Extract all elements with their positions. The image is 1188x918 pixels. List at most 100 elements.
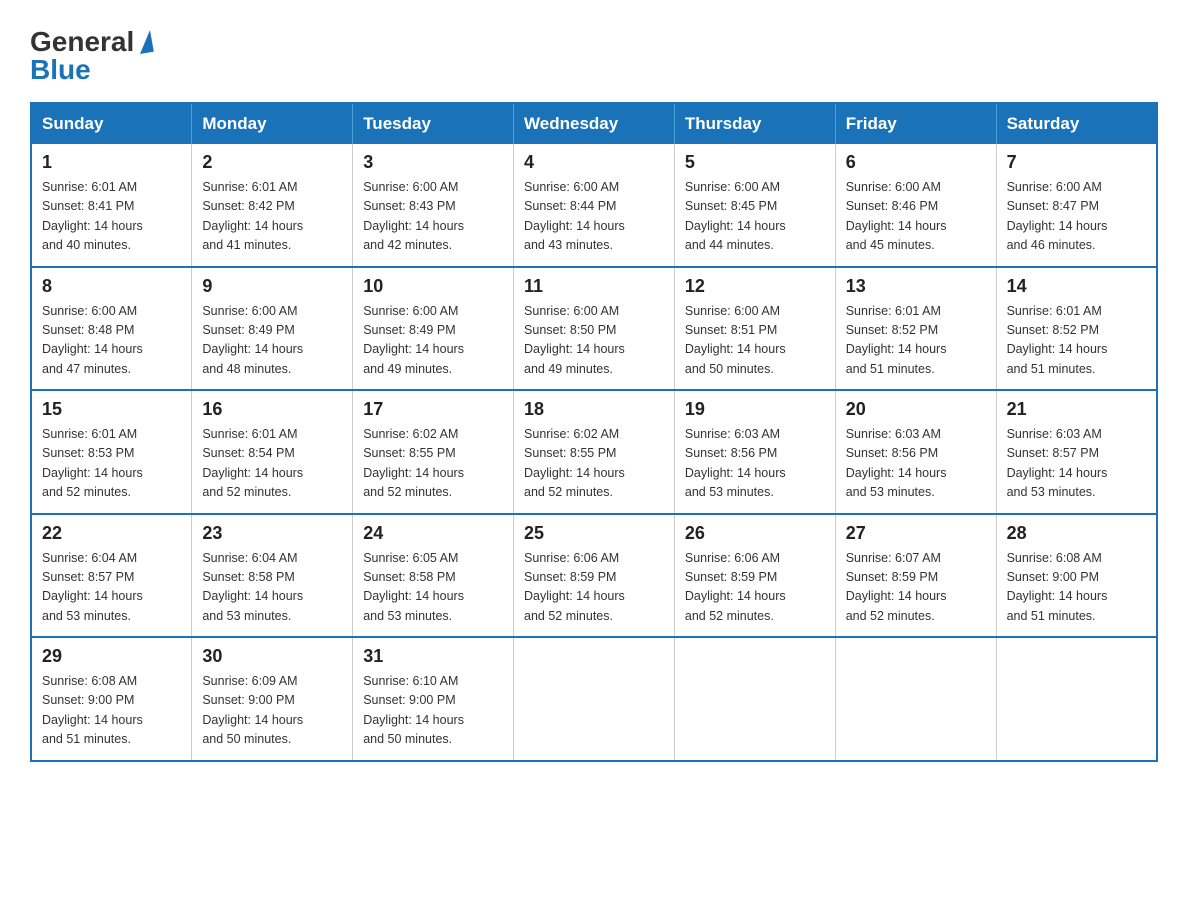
day-cell: 7 Sunrise: 6:00 AMSunset: 8:47 PMDayligh… (996, 144, 1157, 267)
day-number: 13 (846, 276, 986, 297)
header-saturday: Saturday (996, 103, 1157, 144)
day-number: 4 (524, 152, 664, 173)
day-number: 22 (42, 523, 181, 544)
day-cell: 1 Sunrise: 6:01 AMSunset: 8:41 PMDayligh… (31, 144, 192, 267)
day-cell: 3 Sunrise: 6:00 AMSunset: 8:43 PMDayligh… (353, 144, 514, 267)
day-number: 26 (685, 523, 825, 544)
day-cell: 10 Sunrise: 6:00 AMSunset: 8:49 PMDaylig… (353, 267, 514, 391)
header-monday: Monday (192, 103, 353, 144)
week-row-2: 15 Sunrise: 6:01 AMSunset: 8:53 PMDaylig… (31, 390, 1157, 514)
day-number: 28 (1007, 523, 1146, 544)
day-number: 3 (363, 152, 503, 173)
day-cell: 25 Sunrise: 6:06 AMSunset: 8:59 PMDaylig… (514, 514, 675, 638)
day-info: Sunrise: 6:01 AMSunset: 8:42 PMDaylight:… (202, 178, 342, 256)
day-info: Sunrise: 6:01 AMSunset: 8:52 PMDaylight:… (846, 302, 986, 380)
day-cell: 31 Sunrise: 6:10 AMSunset: 9:00 PMDaylig… (353, 637, 514, 761)
day-number: 17 (363, 399, 503, 420)
day-cell: 6 Sunrise: 6:00 AMSunset: 8:46 PMDayligh… (835, 144, 996, 267)
day-info: Sunrise: 6:08 AMSunset: 9:00 PMDaylight:… (42, 672, 181, 750)
day-info: Sunrise: 6:10 AMSunset: 9:00 PMDaylight:… (363, 672, 503, 750)
day-cell: 26 Sunrise: 6:06 AMSunset: 8:59 PMDaylig… (674, 514, 835, 638)
day-number: 23 (202, 523, 342, 544)
day-number: 6 (846, 152, 986, 173)
day-cell: 12 Sunrise: 6:00 AMSunset: 8:51 PMDaylig… (674, 267, 835, 391)
day-info: Sunrise: 6:04 AMSunset: 8:57 PMDaylight:… (42, 549, 181, 627)
day-info: Sunrise: 6:01 AMSunset: 8:53 PMDaylight:… (42, 425, 181, 503)
day-info: Sunrise: 6:00 AMSunset: 8:47 PMDaylight:… (1007, 178, 1146, 256)
day-number: 21 (1007, 399, 1146, 420)
day-cell: 18 Sunrise: 6:02 AMSunset: 8:55 PMDaylig… (514, 390, 675, 514)
day-cell: 4 Sunrise: 6:00 AMSunset: 8:44 PMDayligh… (514, 144, 675, 267)
calendar-header-row: SundayMondayTuesdayWednesdayThursdayFrid… (31, 103, 1157, 144)
logo: General Blue (30, 20, 152, 84)
day-info: Sunrise: 6:02 AMSunset: 8:55 PMDaylight:… (363, 425, 503, 503)
day-info: Sunrise: 6:06 AMSunset: 8:59 PMDaylight:… (685, 549, 825, 627)
day-number: 30 (202, 646, 342, 667)
day-info: Sunrise: 6:07 AMSunset: 8:59 PMDaylight:… (846, 549, 986, 627)
day-number: 19 (685, 399, 825, 420)
day-cell (835, 637, 996, 761)
day-info: Sunrise: 6:00 AMSunset: 8:43 PMDaylight:… (363, 178, 503, 256)
day-info: Sunrise: 6:02 AMSunset: 8:55 PMDaylight:… (524, 425, 664, 503)
header-tuesday: Tuesday (353, 103, 514, 144)
day-info: Sunrise: 6:00 AMSunset: 8:46 PMDaylight:… (846, 178, 986, 256)
day-info: Sunrise: 6:05 AMSunset: 8:58 PMDaylight:… (363, 549, 503, 627)
day-number: 14 (1007, 276, 1146, 297)
header: General Blue (30, 20, 1158, 84)
logo-triangle-icon (136, 30, 154, 54)
day-cell: 15 Sunrise: 6:01 AMSunset: 8:53 PMDaylig… (31, 390, 192, 514)
day-number: 31 (363, 646, 503, 667)
day-cell: 19 Sunrise: 6:03 AMSunset: 8:56 PMDaylig… (674, 390, 835, 514)
day-cell: 17 Sunrise: 6:02 AMSunset: 8:55 PMDaylig… (353, 390, 514, 514)
week-row-0: 1 Sunrise: 6:01 AMSunset: 8:41 PMDayligh… (31, 144, 1157, 267)
day-number: 18 (524, 399, 664, 420)
day-cell: 21 Sunrise: 6:03 AMSunset: 8:57 PMDaylig… (996, 390, 1157, 514)
day-number: 2 (202, 152, 342, 173)
day-info: Sunrise: 6:09 AMSunset: 9:00 PMDaylight:… (202, 672, 342, 750)
day-cell: 14 Sunrise: 6:01 AMSunset: 8:52 PMDaylig… (996, 267, 1157, 391)
week-row-1: 8 Sunrise: 6:00 AMSunset: 8:48 PMDayligh… (31, 267, 1157, 391)
day-cell (674, 637, 835, 761)
day-number: 10 (363, 276, 503, 297)
day-number: 20 (846, 399, 986, 420)
day-cell: 5 Sunrise: 6:00 AMSunset: 8:45 PMDayligh… (674, 144, 835, 267)
logo-general-text: General (30, 28, 134, 56)
day-cell: 30 Sunrise: 6:09 AMSunset: 9:00 PMDaylig… (192, 637, 353, 761)
day-info: Sunrise: 6:06 AMSunset: 8:59 PMDaylight:… (524, 549, 664, 627)
day-number: 1 (42, 152, 181, 173)
day-cell: 20 Sunrise: 6:03 AMSunset: 8:56 PMDaylig… (835, 390, 996, 514)
day-number: 16 (202, 399, 342, 420)
day-info: Sunrise: 6:00 AMSunset: 8:49 PMDaylight:… (202, 302, 342, 380)
day-info: Sunrise: 6:08 AMSunset: 9:00 PMDaylight:… (1007, 549, 1146, 627)
week-row-3: 22 Sunrise: 6:04 AMSunset: 8:57 PMDaylig… (31, 514, 1157, 638)
day-cell: 13 Sunrise: 6:01 AMSunset: 8:52 PMDaylig… (835, 267, 996, 391)
day-cell (996, 637, 1157, 761)
day-info: Sunrise: 6:01 AMSunset: 8:41 PMDaylight:… (42, 178, 181, 256)
day-number: 7 (1007, 152, 1146, 173)
calendar-table: SundayMondayTuesdayWednesdayThursdayFrid… (30, 102, 1158, 762)
day-cell: 29 Sunrise: 6:08 AMSunset: 9:00 PMDaylig… (31, 637, 192, 761)
header-friday: Friday (835, 103, 996, 144)
day-info: Sunrise: 6:00 AMSunset: 8:51 PMDaylight:… (685, 302, 825, 380)
day-number: 12 (685, 276, 825, 297)
day-cell: 8 Sunrise: 6:00 AMSunset: 8:48 PMDayligh… (31, 267, 192, 391)
day-number: 27 (846, 523, 986, 544)
day-number: 11 (524, 276, 664, 297)
day-number: 25 (524, 523, 664, 544)
day-info: Sunrise: 6:01 AMSunset: 8:52 PMDaylight:… (1007, 302, 1146, 380)
day-number: 15 (42, 399, 181, 420)
day-info: Sunrise: 6:00 AMSunset: 8:49 PMDaylight:… (363, 302, 503, 380)
day-info: Sunrise: 6:00 AMSunset: 8:44 PMDaylight:… (524, 178, 664, 256)
day-info: Sunrise: 6:00 AMSunset: 8:50 PMDaylight:… (524, 302, 664, 380)
day-cell: 16 Sunrise: 6:01 AMSunset: 8:54 PMDaylig… (192, 390, 353, 514)
day-info: Sunrise: 6:03 AMSunset: 8:56 PMDaylight:… (846, 425, 986, 503)
day-number: 9 (202, 276, 342, 297)
header-wednesday: Wednesday (514, 103, 675, 144)
day-info: Sunrise: 6:03 AMSunset: 8:57 PMDaylight:… (1007, 425, 1146, 503)
week-row-4: 29 Sunrise: 6:08 AMSunset: 9:00 PMDaylig… (31, 637, 1157, 761)
day-info: Sunrise: 6:00 AMSunset: 8:48 PMDaylight:… (42, 302, 181, 380)
day-cell (514, 637, 675, 761)
day-cell: 27 Sunrise: 6:07 AMSunset: 8:59 PMDaylig… (835, 514, 996, 638)
day-cell: 23 Sunrise: 6:04 AMSunset: 8:58 PMDaylig… (192, 514, 353, 638)
header-sunday: Sunday (31, 103, 192, 144)
